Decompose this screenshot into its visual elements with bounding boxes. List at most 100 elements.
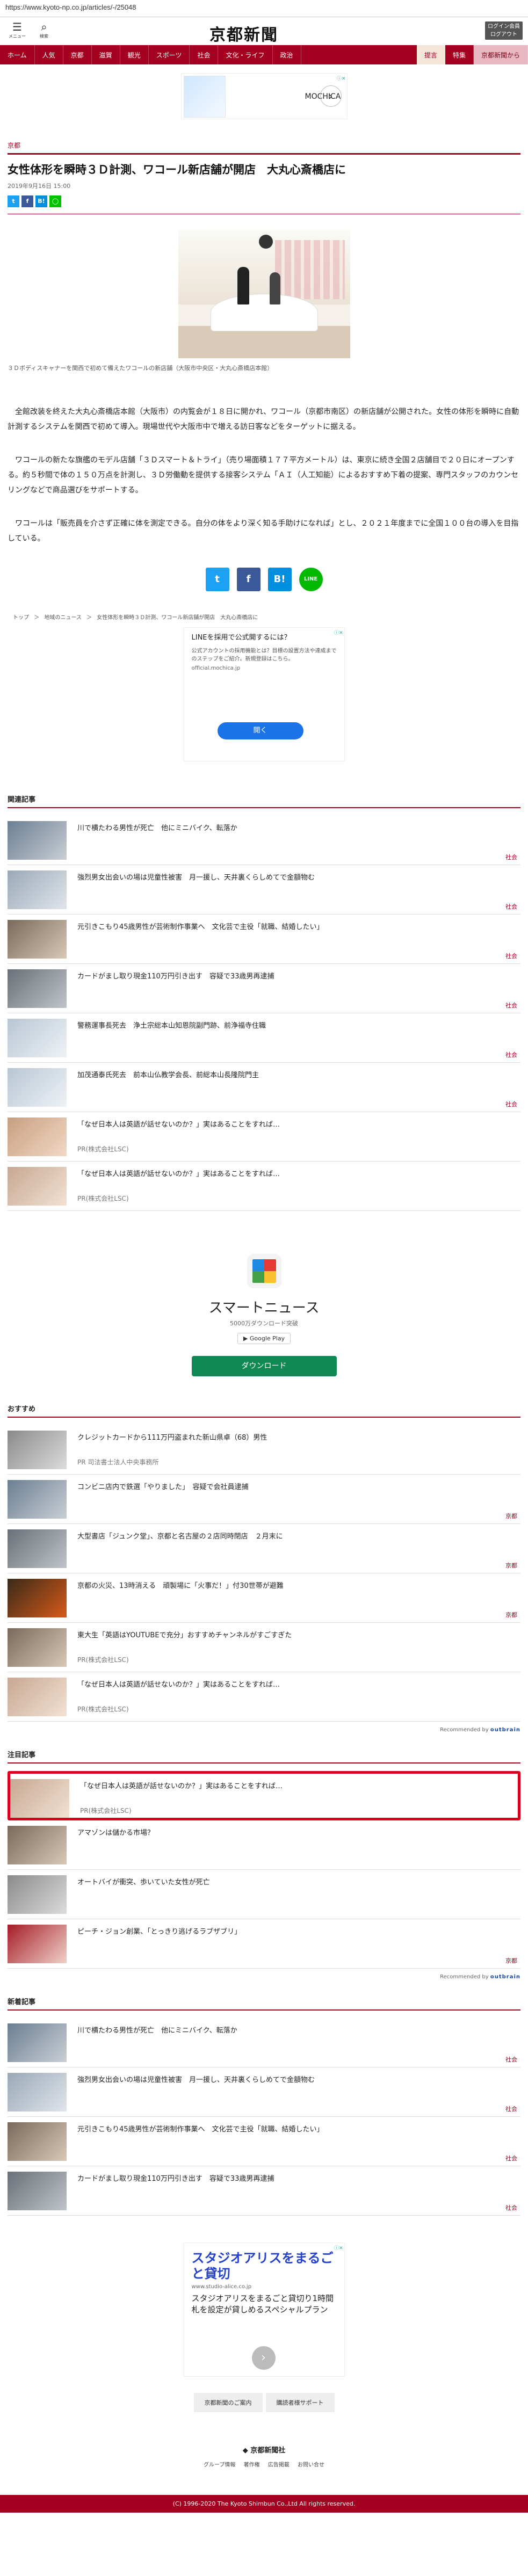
chevron-right-icon[interactable]: › xyxy=(320,85,342,107)
item-title[interactable]: カードがまし取り現金110万円引き出す 容疑で33歳男再逮捕 xyxy=(77,2173,507,2183)
smartnews-ad[interactable]: スマートニュース 5000万ダウンロード突破 ▶ Google Play ダウン… xyxy=(184,1254,345,1376)
item-title[interactable]: クレジットカードから111万円盗まれた新山県卓（68）男性 xyxy=(77,1432,507,1442)
outbrain-credit[interactable]: Recommended by outbrain xyxy=(8,1974,520,1980)
category-tag[interactable]: 社会 xyxy=(505,2154,517,2163)
category-tag[interactable]: 京都 xyxy=(505,1610,517,1619)
facebook-share-icon[interactable]: f xyxy=(236,568,261,591)
line-ad-box[interactable]: LINEを採用で公式開するには？ 公式アカウントの採用機能とは？目標の設置方法や… xyxy=(183,627,345,761)
list-item[interactable]: アマゾンは儲かる市場？ xyxy=(8,1820,520,1870)
ad-choices-icon[interactable]: ⓘ✕ xyxy=(334,2244,343,2251)
item-title[interactable]: 東大生「英語はYOUTUBEで充分」おすすめチャンネルがすごすぎた xyxy=(77,1629,507,1639)
footer-link-copyright[interactable]: 著作権 xyxy=(244,2462,260,2468)
nav-item-home[interactable]: ホーム xyxy=(0,45,35,64)
item-title[interactable]: 元引きこもり45歳男性が芸術制作事業へ 文化芸で主役「就職、結婚したい」 xyxy=(77,2123,507,2134)
list-item[interactable]: 「なぜ日本人は英語が話せないのか？」実はあることをすれば… PR(株式会社LSC) xyxy=(8,1771,520,1820)
list-item[interactable]: 「なぜ日本人は英語が話せないのか？」実はあることをすれば… PR(株式会社LSC) xyxy=(8,1672,520,1722)
list-item[interactable]: 「なぜ日本人は英語が話せないのか？」実はあることをすれば… PR(株式会社LSC) xyxy=(8,1112,520,1162)
nav-item-proposal[interactable]: 提言 xyxy=(416,45,445,64)
item-title[interactable]: カードがまし取り現金110万円引き出す 容疑で33歳男再逮捕 xyxy=(77,970,507,981)
list-item[interactable]: 大型書店「ジュンク堂」、京都と名古屋の２店同時閉店 ２月末に京都 xyxy=(8,1524,520,1573)
item-title[interactable]: 京都の火災、13時消える 頑製場に「火事だ！」付30世帯が避難 xyxy=(77,1580,507,1590)
list-item[interactable]: 元引きこもり45歳男性が芸術制作事業へ 文化芸で主役「就職、結婚したい」社会 xyxy=(8,915,520,964)
list-item[interactable]: 強烈男女出会いの場は児童性被害 月一援し、天井裏くらしめてで金額物む社会 xyxy=(8,2067,520,2117)
list-item[interactable]: クレジットカードから111万円盗まれた新山県卓（68）男性 PR 司法書士法人中央… xyxy=(8,1425,520,1475)
item-title[interactable]: 強烈男女出会いの場は児童性被害 月一援し、天井裏くらしめてで金額物む xyxy=(77,2074,507,2084)
bottom-ad-box[interactable]: スタジオアリスをまるごと貸切 www.studio-alice.co.jp スタ… xyxy=(183,2243,345,2377)
nav-item-feature[interactable]: 特集 xyxy=(445,45,474,64)
category-tag[interactable]: 京都 xyxy=(505,1561,517,1570)
item-title[interactable]: 「なぜ日本人は英語が話せないのか？」実はあることをすれば… xyxy=(77,1168,507,1178)
category-tag[interactable]: 社会 xyxy=(505,1001,517,1010)
category-tag[interactable]: 社会 xyxy=(505,902,517,911)
category-tag[interactable]: 京都 xyxy=(505,1956,517,1965)
list-item[interactable]: カードがまし取り現金110万円引き出す 容疑で33歳男再逮捕社会 xyxy=(8,2166,520,2216)
list-item[interactable]: 強烈男女出会いの場は児童性被害 月一援し、天井裏くらしめてで金額物む社会 xyxy=(8,865,520,915)
search-button[interactable]: ⌕ 検索 xyxy=(34,20,54,39)
ad-choices-icon[interactable]: ⓘ✕ xyxy=(337,75,346,82)
chevron-right-icon[interactable]: › xyxy=(251,2346,276,2370)
url-bar[interactable]: https://www.kyoto-np.co.jp/articles/-/25… xyxy=(0,0,528,17)
download-button[interactable]: ダウンロード xyxy=(191,1356,337,1376)
hatena-share-icon[interactable]: B! xyxy=(35,195,47,207)
list-item[interactable]: コンビニ店内で鉄選「やりました」 容疑で会社員逮捕 京都 xyxy=(8,1475,520,1524)
item-title[interactable]: 強烈男女出会いの場は児童性被害 月一援し、天井裏くらしめてで金額物む xyxy=(77,872,507,882)
nav-item-society[interactable]: 社会 xyxy=(190,45,219,64)
article-section-label[interactable]: 京都 xyxy=(8,141,520,155)
category-tag[interactable]: 社会 xyxy=(505,952,517,960)
line-share-icon[interactable]: ◯ xyxy=(49,195,61,207)
nav-item-shiga[interactable]: 滋賀 xyxy=(92,45,120,64)
menu-button[interactable]: ☰ メニュー xyxy=(8,20,27,39)
list-item[interactable]: オートバイが衝突、歩いていた女性が死亡 xyxy=(8,1870,520,1919)
item-title[interactable]: 「なぜ日本人は英語が話せないのか？」実はあることをすれば… xyxy=(77,1119,507,1129)
login-button[interactable]: ログイン会員 ログアウト xyxy=(485,21,523,40)
list-item[interactable]: ピーチ・ジョン創業、「とっきり逃げるラブザブリ」京都 xyxy=(8,1919,520,1969)
category-tag[interactable]: 社会 xyxy=(505,853,517,861)
outbrain-credit[interactable]: Recommended by outbrain xyxy=(8,1727,520,1733)
nav-item-from-kyoto-np[interactable]: 京都新聞から xyxy=(473,45,528,64)
breadcrumb-local-news[interactable]: 地域のニュース xyxy=(44,615,82,621)
item-title[interactable]: 元引きこもり45歳男性が芸術制作事業へ 文化芸で主役「就職、結婚したい」 xyxy=(77,921,507,931)
ad-choices-icon[interactable]: ⓘ✕ xyxy=(334,629,343,636)
ad-open-button[interactable]: 開く xyxy=(217,722,303,739)
twitter-share-icon[interactable]: t xyxy=(205,568,229,591)
list-item[interactable]: 京都の火災、13時消える 頑製場に「火事だ！」付30世帯が避難京都 xyxy=(8,1573,520,1623)
item-title[interactable]: アマゾンは儲かる市場？ xyxy=(77,1827,507,1837)
item-title[interactable]: 警務運事長死去 浄土宗総本山知恩院副門跡、前浄福寺住職 xyxy=(77,1020,507,1030)
list-item[interactable]: 東大生「英語はYOUTUBEで充分」おすすめチャンネルがすごすぎた PR(株式会社… xyxy=(8,1623,520,1672)
item-title[interactable]: 川で横たわる男性が死亡 他にミニバイク、転落か xyxy=(77,2024,507,2035)
nav-item-popular[interactable]: 人気 xyxy=(35,45,63,64)
item-title[interactable]: ピーチ・ジョン創業、「とっきり逃げるラブザブリ」 xyxy=(77,1926,507,1936)
article-photo[interactable] xyxy=(178,229,350,358)
facebook-share-icon[interactable]: f xyxy=(21,195,33,207)
footer-link-ads[interactable]: 広告掲載 xyxy=(268,2462,290,2468)
breadcrumb-top[interactable]: トップ xyxy=(13,615,29,621)
nav-item-politics[interactable]: 政治 xyxy=(273,45,301,64)
footer-link-contact[interactable]: お問い合せ xyxy=(298,2462,324,2468)
nav-item-kyoto[interactable]: 京都 xyxy=(63,45,92,64)
list-item[interactable]: 川で横たわる男性が死亡 他にミニバイク、転落か社会 xyxy=(8,816,520,865)
item-title[interactable]: 大型書店「ジュンク堂」、京都と名古屋の２店同時閉店 ２月末に xyxy=(77,1530,507,1541)
line-share-icon[interactable]: LINE xyxy=(299,568,323,591)
footer-logo[interactable]: ◆ 京都新聞社 xyxy=(0,2444,528,2455)
site-logo[interactable]: 京都新聞 xyxy=(209,21,278,45)
item-title[interactable]: 川で横たわる男性が死亡 他にミニバイク、転落か xyxy=(77,822,507,832)
top-ad-banner[interactable]: MOCHICA › ⓘ✕ xyxy=(180,73,348,119)
nav-item-tourism[interactable]: 観光 xyxy=(120,45,149,64)
category-tag[interactable]: 京都 xyxy=(505,1512,517,1520)
category-tag[interactable]: 社会 xyxy=(505,2105,517,2113)
nav-item-sports[interactable]: スポーツ xyxy=(149,45,190,64)
item-title[interactable]: 「なぜ日本人は英語が話せないのか？」実はあることをすれば… xyxy=(80,1780,510,1790)
list-item[interactable]: 加茂通泰氏死去 前本山仏教学会長、前総本山長隆院門主 社会 xyxy=(8,1063,520,1112)
hatena-share-icon[interactable]: B! xyxy=(267,568,292,591)
list-item[interactable]: 「なぜ日本人は英語が話せないのか？」実はあることをすれば… PR(株式会社LSC) xyxy=(8,1162,520,1211)
list-item[interactable]: 川で横たわる男性が死亡 他にミニバイク、転落か社会 xyxy=(8,2018,520,2067)
twitter-share-icon[interactable]: t xyxy=(8,195,19,207)
nav-item-culture[interactable]: 文化・ライフ xyxy=(218,45,273,64)
footer-about-button[interactable]: 京都新聞のご案内 xyxy=(193,2393,263,2412)
list-item[interactable]: 元引きこもり45歳男性が芸術制作事業へ 文化芸で主役「就職、結婚したい」社会 xyxy=(8,2117,520,2166)
item-title[interactable]: オートバイが衝突、歩いていた女性が死亡 xyxy=(77,1876,507,1886)
google-play-badge[interactable]: ▶ Google Play xyxy=(237,1333,291,1344)
category-tag[interactable]: 社会 xyxy=(505,2055,517,2064)
item-title[interactable]: 「なぜ日本人は英語が話せないのか？」実はあることをすれば… xyxy=(77,1679,507,1689)
category-tag[interactable]: 社会 xyxy=(505,2203,517,2212)
